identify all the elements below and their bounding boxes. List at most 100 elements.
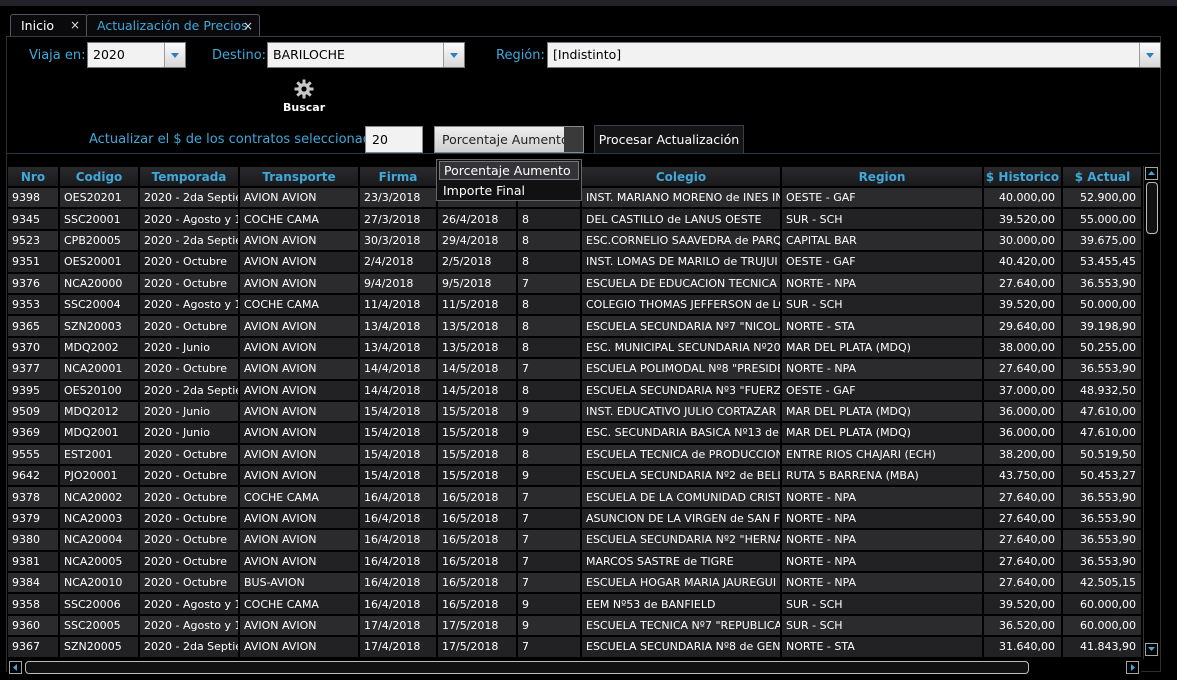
table-cell: 9509 (8, 401, 58, 422)
table-cell: ASUNCION DE LA VIRGEN de SAN FER (582, 508, 780, 529)
table-row[interactable]: 9509 MDQ2012 2020 - Junio AVION AVION 15/4/2… (8, 401, 1141, 422)
table-row[interactable]: 9353 SSC20004 2020 - Agosto y 1 COCHE CAMA 1… (8, 294, 1141, 315)
table-cell: ESCUELA DE LA COMUNIDAD CRISTIA (582, 487, 780, 507)
column-header[interactable]: $ Actual (1063, 167, 1141, 186)
table-cell: 2020 - 2da Septie (140, 188, 238, 208)
horizontal-scroll-thumb[interactable] (25, 661, 1029, 674)
table-cell: COCHE CAMA (240, 209, 358, 229)
vertical-scrollbar[interactable] (1143, 166, 1160, 659)
destino-label: Destino: (212, 48, 267, 63)
table-cell: SZN20003 (60, 316, 138, 336)
option-importe-final[interactable]: Importe Final (439, 181, 579, 200)
percentage-input[interactable]: 20 (365, 126, 423, 153)
column-header[interactable]: $ Historico (984, 167, 1061, 186)
destino-select[interactable]: BARILOCHE (267, 42, 465, 68)
table-cell: 8 (518, 294, 580, 315)
table-cell: 13/4/2018 (360, 337, 436, 358)
table-row[interactable]: 9370 MDQ2002 2020 - Junio AVION AVION 13/4/2… (8, 337, 1141, 358)
table-row[interactable]: 9384 NCA20010 2020 - Octubre BUS-AVION 16/4/… (8, 573, 1141, 593)
table-cell: EEM Nº53 de BANFIELD (582, 594, 780, 614)
table-cell: 2020 - Junio (140, 423, 238, 443)
scroll-right-icon[interactable] (1126, 661, 1139, 674)
scroll-left-icon[interactable] (9, 661, 22, 674)
table-row[interactable]: 9377 NCA20001 2020 - Octubre AVION AVION 14/… (8, 359, 1141, 379)
table-cell: 38.000,00 (984, 337, 1061, 358)
column-header[interactable]: Temporada (140, 167, 238, 186)
update-mode-dropdown: Porcentaje Aumento Importe Final (436, 159, 582, 201)
table-row[interactable]: 9367 SZN20005 2020 - 2da Septie AVION AVION… (8, 637, 1141, 657)
column-header[interactable]: Firma (360, 167, 436, 186)
horizontal-scrollbar[interactable] (7, 660, 1141, 676)
table-cell: 9367 (8, 637, 58, 657)
table-row[interactable]: 9358 SSC20006 2020 - Agosto y 1 COCHE CAMA 1… (8, 594, 1141, 614)
chevron-down-icon[interactable] (564, 127, 583, 152)
table-row[interactable]: 9642 PJO20001 2020 - Octubre AVION AVION 15/… (8, 466, 1141, 486)
tab-actualizacion-precios[interactable]: Actualización de Precios × (86, 14, 260, 36)
scroll-up-icon[interactable] (1145, 167, 1158, 180)
update-mode-select[interactable]: Porcentaje Aumento (434, 126, 584, 153)
table-row[interactable]: 9555 EST2001 2020 - Octubre AVION AVION 15/4… (8, 444, 1141, 465)
table-row[interactable]: 9523 CPB20005 2020 - 2da Septie AVION AVION… (8, 230, 1141, 251)
procesar-actualizacion-button[interactable]: Procesar Actualización (594, 125, 744, 154)
table-cell: 39.675,00 (1063, 230, 1141, 251)
table-row[interactable]: 9345 SSC20001 2020 - Agosto y 1 COCHE CAMA 2… (8, 209, 1141, 229)
table-row[interactable]: 9360 SSC20005 2020 - Agosto y 1 AVION AVION… (8, 615, 1141, 636)
table-row[interactable]: 9381 NCA20005 2020 - Octubre AVION AVION 16/… (8, 551, 1141, 572)
chevron-down-icon[interactable] (1139, 43, 1160, 67)
table-cell: BUS-AVION (240, 573, 358, 593)
table-cell: 9370 (8, 337, 58, 358)
table-row[interactable]: 9351 OES20001 2020 - Octubre AVION AVION 2/4… (8, 252, 1141, 272)
table-cell: ESCUELA SECUNDARIA Nº7 "NICOLAS (582, 316, 780, 336)
column-header[interactable]: Codigo (60, 167, 138, 186)
table-cell: 7 (518, 530, 580, 550)
table-row[interactable]: 9376 NCA20000 2020 - Octubre AVION AVION 9/4… (8, 273, 1141, 293)
table-cell: 7 (518, 487, 580, 507)
table-cell: 16/5/2018 (438, 487, 516, 507)
table-cell: 27.640,00 (984, 508, 1061, 529)
table-cell: OES20100 (60, 380, 138, 400)
close-tab-icon[interactable]: × (243, 15, 253, 37)
contracts-grid[interactable]: Nro Codigo Temporada Transporte Firma Colegio… (7, 166, 1141, 659)
table-cell: AVION AVION (240, 530, 358, 550)
column-header[interactable]: Region (782, 167, 982, 186)
scroll-down-icon[interactable] (1145, 643, 1158, 656)
table-cell: 2020 - Octubre (140, 359, 238, 379)
table-cell: OES20001 (60, 252, 138, 272)
table-cell: 9381 (8, 551, 58, 572)
table-row[interactable]: 9369 MDQ2001 2020 - Junio AVION AVION 15/4/2… (8, 423, 1141, 443)
table-cell: 8 (518, 316, 580, 336)
region-select[interactable]: [Indistinto] (547, 42, 1161, 68)
table-cell: 17/4/2018 (360, 637, 436, 657)
table-cell: 9351 (8, 252, 58, 272)
buscar-button[interactable]: Buscar (283, 79, 325, 114)
table-cell: 16/4/2018 (360, 508, 436, 529)
table-cell: COCHE CAMA (240, 294, 358, 315)
table-cell: 9398 (8, 188, 58, 208)
chevron-down-icon[interactable] (443, 43, 464, 67)
table-row[interactable]: 9378 NCA20002 2020 - Octubre COCHE CAMA 16/4… (8, 487, 1141, 507)
table-row[interactable]: 9380 NCA20004 2020 - Octubre AVION AVION 16/… (8, 530, 1141, 550)
viaja-select[interactable]: 2020 (87, 42, 186, 68)
vertical-scroll-thumb[interactable] (1146, 182, 1158, 234)
table-cell: 13/4/2018 (360, 316, 436, 336)
table-row[interactable]: 9379 NCA20003 2020 - Octubre AVION AVION 16/… (8, 508, 1141, 529)
table-cell: 9360 (8, 615, 58, 636)
table-cell: NORTE - NPA (782, 359, 982, 379)
table-row[interactable]: 9395 OES20100 2020 - 2da Septie AVION AVION… (8, 380, 1141, 400)
table-cell: MDQ2002 (60, 337, 138, 358)
table-cell: 2020 - 2da Septie (140, 230, 238, 251)
table-cell: 9 (518, 615, 580, 636)
table-cell: 11/5/2018 (438, 294, 516, 315)
close-tab-icon[interactable]: × (70, 14, 80, 36)
column-header[interactable]: Nro (8, 167, 58, 186)
column-header[interactable]: Colegio (582, 167, 780, 186)
chevron-down-icon[interactable] (164, 43, 185, 67)
procesar-label: Procesar Actualización (598, 132, 740, 147)
column-header[interactable]: Transporte (240, 167, 358, 186)
table-cell: 50.255,00 (1063, 337, 1141, 358)
table-row[interactable]: 9365 SZN20003 2020 - Octubre AVION AVION 13/… (8, 316, 1141, 336)
table-cell: AVION AVION (240, 401, 358, 422)
table-cell: 53.455,45 (1063, 252, 1141, 272)
option-porcentaje-aumento[interactable]: Porcentaje Aumento (439, 161, 579, 180)
table-cell: NCA20010 (60, 573, 138, 593)
